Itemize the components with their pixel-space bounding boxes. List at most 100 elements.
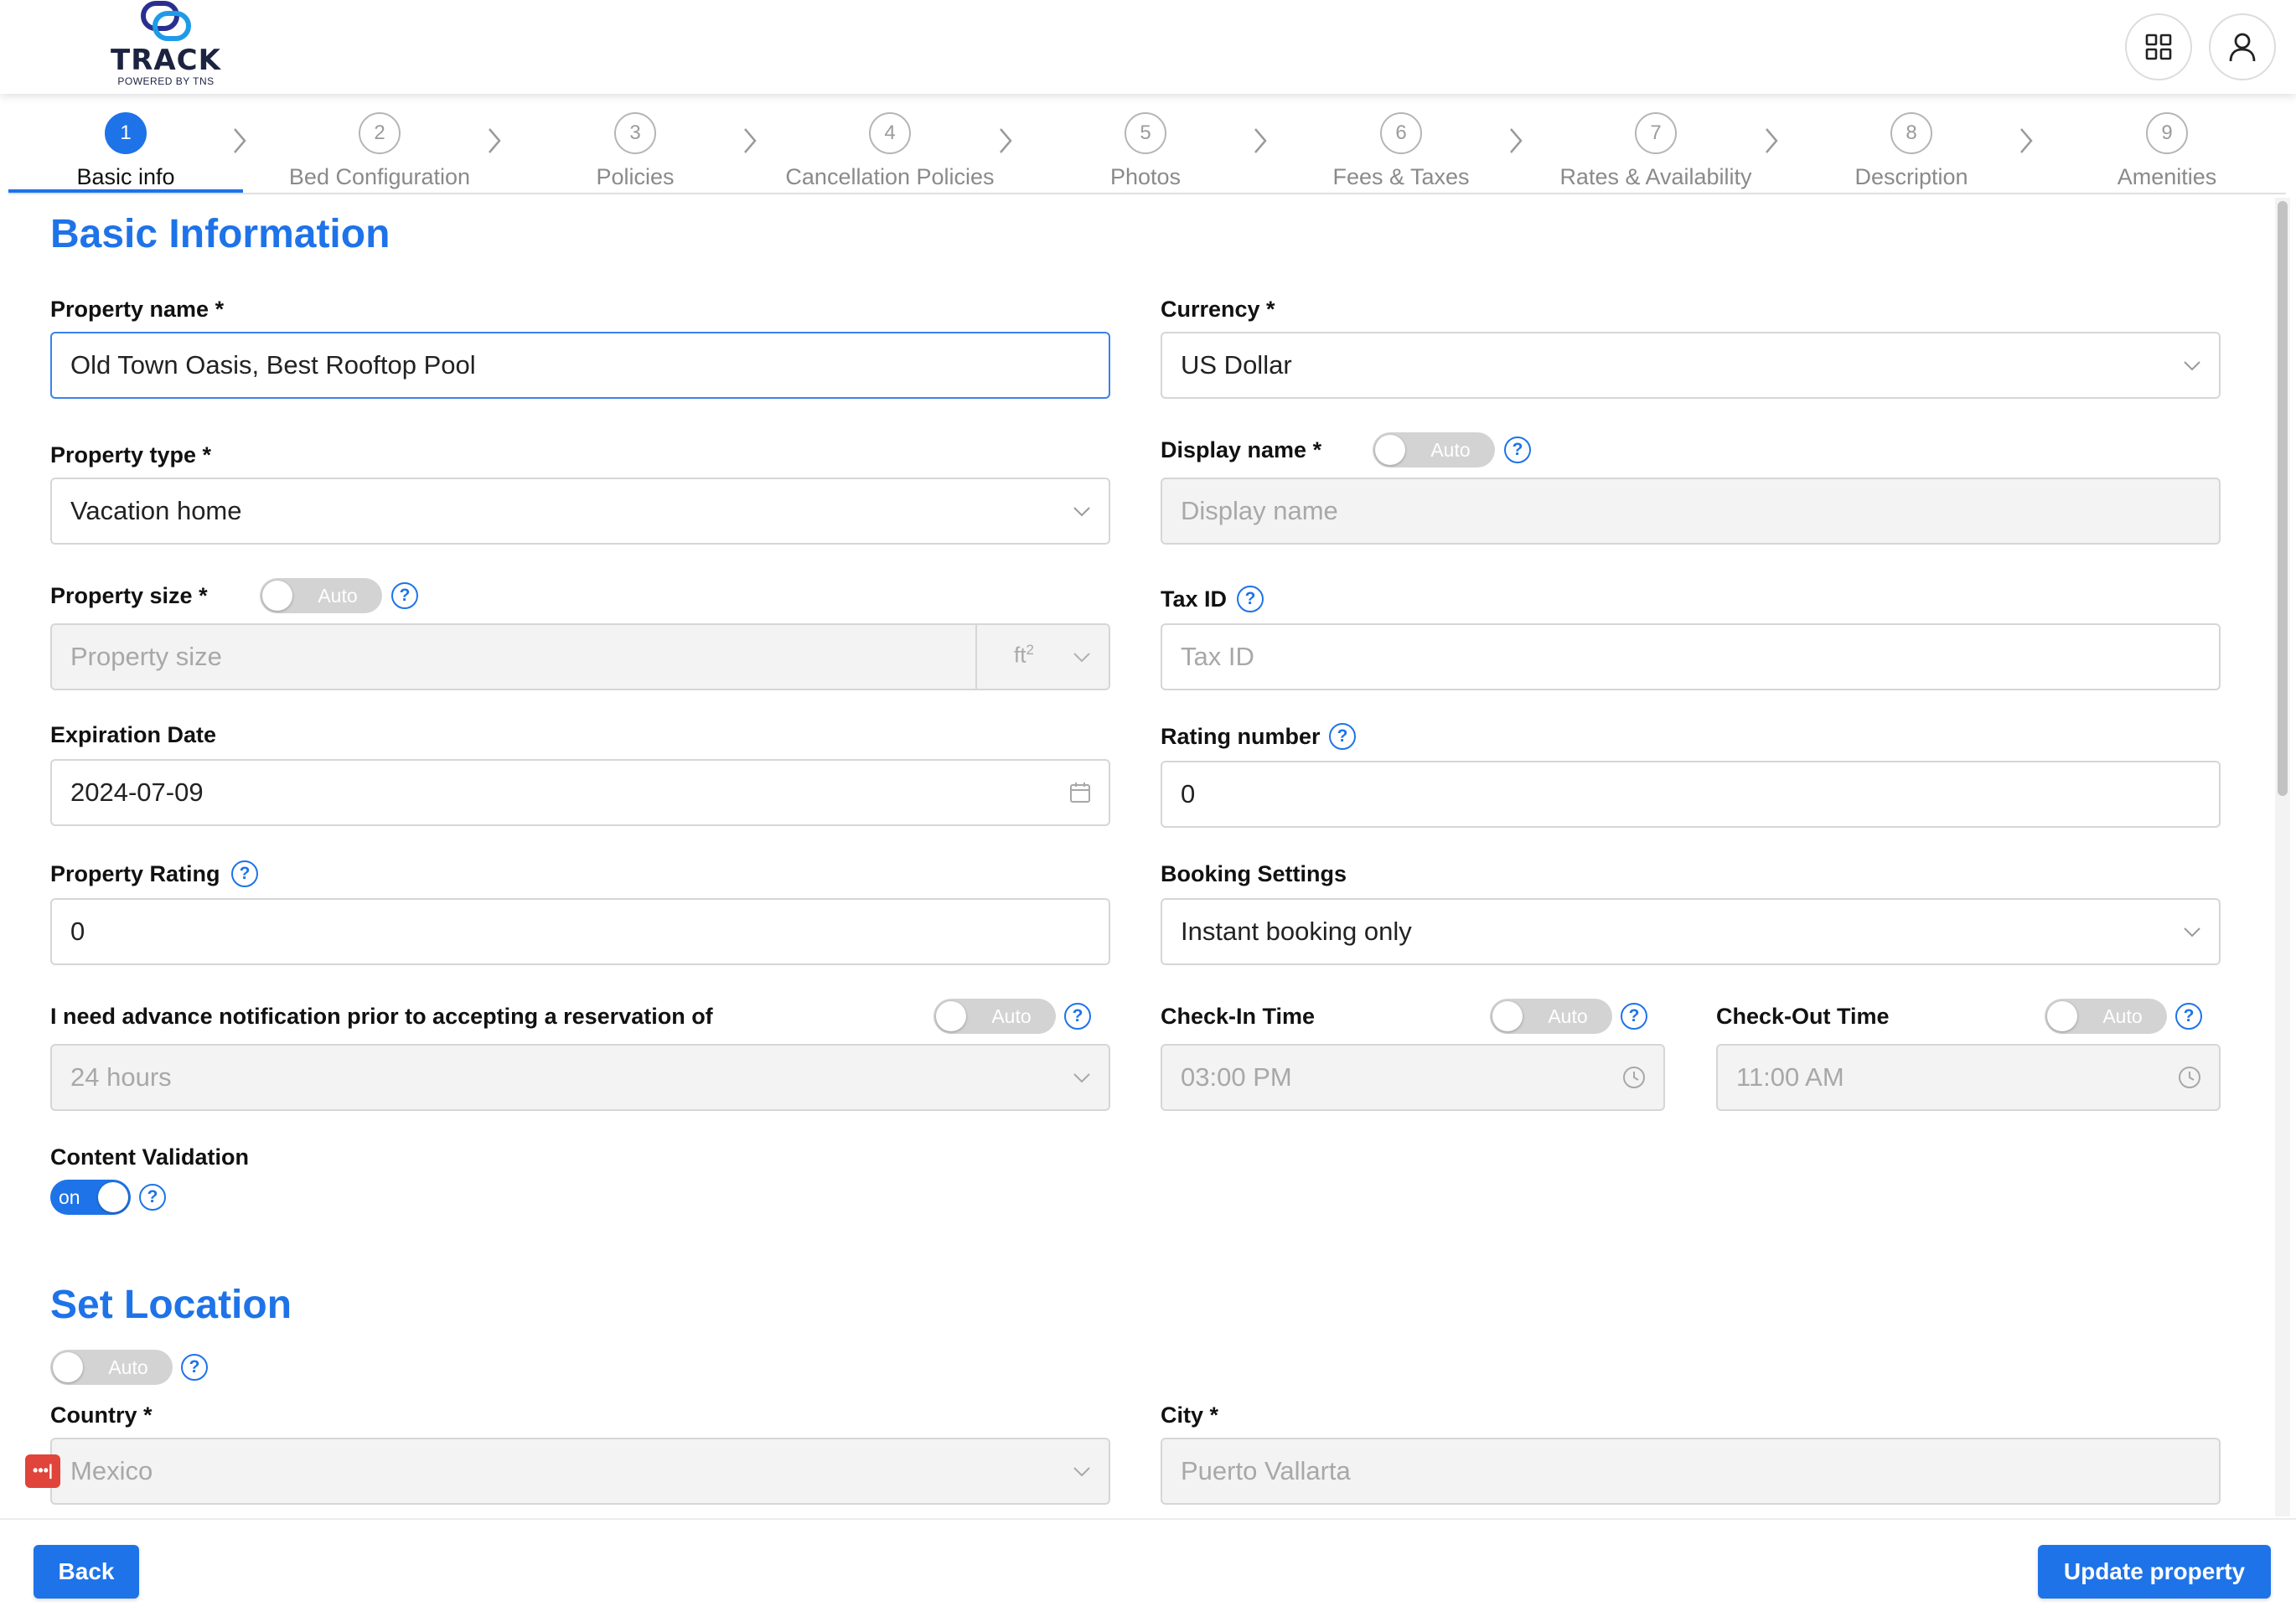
chevron-down-icon (2184, 361, 2200, 371)
check-out-time-label: Check-Out Time (1716, 1004, 1890, 1029)
basic-information-title: Basic Information (50, 212, 390, 256)
step-label: Rates & Availability (1559, 164, 1752, 189)
location-auto-toggle[interactable]: Auto (50, 1350, 173, 1385)
property-size-auto-toggle[interactable]: Auto (260, 578, 382, 613)
check-in-time-input[interactable]: 03:00 PM (1161, 1044, 1665, 1111)
step-number: 6 (1380, 112, 1422, 154)
help-icon[interactable]: ? (1621, 1003, 1647, 1030)
step-photos[interactable]: 5 Photos (1028, 112, 1263, 190)
currency-select[interactable]: US Dollar (1161, 332, 2221, 399)
chevron-right-icon (1254, 128, 1267, 153)
country-select[interactable]: Mexico (50, 1438, 1110, 1505)
app-header: TRACK POWERED BY TNS (0, 0, 2296, 94)
help-icon[interactable]: ? (1237, 586, 1264, 612)
help-icon[interactable]: ? (391, 582, 418, 609)
update-property-button[interactable]: Update property (2038, 1545, 2271, 1599)
booking-settings-label: Booking Settings (1161, 861, 1347, 886)
chevron-right-icon (744, 128, 757, 153)
step-number: 1 (105, 112, 147, 154)
content-validation-toggle[interactable]: on (50, 1180, 131, 1215)
check-in-time-value: 03:00 PM (1181, 1062, 1292, 1092)
track-logo[interactable]: TRACK POWERED BY TNS (107, 0, 225, 90)
display-name-input[interactable]: Display name (1161, 478, 2221, 545)
expiration-date-label: Expiration Date (50, 722, 217, 747)
toggle-knob (262, 581, 292, 611)
step-description[interactable]: 8 Description (1794, 112, 2029, 190)
city-label: City * (1161, 1402, 1219, 1428)
check-out-auto-toggle[interactable]: Auto (2045, 999, 2167, 1034)
advance-notification-select[interactable]: 24 hours (50, 1044, 1110, 1111)
expiration-date-input[interactable]: 2024-07-09 (50, 759, 1110, 826)
tax-id-input[interactable]: Tax ID (1161, 623, 2221, 690)
property-type-value: Vacation home (70, 496, 242, 525)
rating-number-input[interactable]: 0 (1161, 761, 2221, 828)
help-icon[interactable]: ? (2175, 1003, 2202, 1030)
property-type-select[interactable]: Vacation home (50, 478, 1110, 545)
toggle-knob (936, 1001, 966, 1031)
toggle-label: Auto (318, 585, 358, 607)
advance-notification-auto-toggle[interactable]: Auto (933, 999, 1056, 1034)
step-label: Cancellation Policies (785, 164, 995, 189)
display-name-placeholder: Display name (1181, 496, 1338, 525)
advance-notification-label: I need advance notification prior to acc… (50, 1004, 713, 1029)
apps-button[interactable] (2125, 13, 2192, 80)
rating-number-value: 0 (1181, 779, 1196, 808)
help-icon[interactable]: ? (1504, 436, 1531, 463)
property-size-placeholder: Property size (70, 642, 222, 671)
help-icon[interactable]: ? (1329, 723, 1356, 750)
logo-text: TRACK (111, 44, 221, 77)
step-label: Description (1854, 164, 1968, 189)
property-size-input[interactable]: Property size ft2 (50, 623, 1110, 690)
help-icon[interactable]: ? (231, 860, 258, 887)
footer-bar: Back Update property (0, 1518, 2296, 1622)
active-step-indicator (8, 189, 243, 193)
step-label: Amenities (2117, 164, 2217, 189)
step-number: 9 (2146, 112, 2188, 154)
profile-button[interactable] (2209, 13, 2276, 80)
help-icon[interactable]: ? (1064, 1003, 1091, 1030)
step-cancellation-policies[interactable]: 4 Cancellation Policies (773, 112, 1007, 190)
step-rates-availability[interactable]: 7 Rates & Availability (1538, 112, 1773, 190)
property-name-input[interactable]: Old Town Oasis, Best Rooftop Pool (50, 332, 1110, 399)
step-fees-taxes[interactable]: 6 Fees & Taxes (1284, 112, 1518, 190)
chevron-right-icon (489, 128, 501, 153)
property-rating-value: 0 (70, 917, 85, 946)
chevron-right-icon (234, 128, 246, 153)
clock-icon (2179, 1067, 2200, 1088)
display-name-auto-toggle[interactable]: Auto (1373, 432, 1495, 467)
toggle-label: Auto (1548, 1005, 1588, 1027)
step-basic-info[interactable]: 1 Basic info (8, 112, 243, 190)
help-icon[interactable]: ? (181, 1354, 208, 1381)
calendar-icon[interactable] (1068, 781, 1092, 804)
back-button[interactable]: Back (34, 1545, 139, 1599)
grid-icon (2145, 34, 2172, 60)
step-label: Basic info (76, 164, 175, 189)
booking-settings-select[interactable]: Instant booking only (1161, 898, 2221, 965)
step-number: 7 (1635, 112, 1677, 154)
check-in-auto-toggle[interactable]: Auto (1490, 999, 1612, 1034)
step-policies[interactable]: 3 Policies (518, 112, 752, 190)
rating-number-label: Rating number (1161, 724, 1321, 749)
step-bed-configuration[interactable]: 2 Bed Configuration (262, 112, 497, 190)
set-location-title: Set Location (50, 1283, 292, 1327)
chevron-right-icon (1000, 128, 1012, 153)
step-amenities[interactable]: 9 Amenities (2050, 112, 2284, 190)
step-label: Fees & Taxes (1332, 164, 1470, 189)
page-scrollbar[interactable] (2275, 198, 2290, 1516)
advance-notification-value: 24 hours (70, 1062, 172, 1092)
property-size-unit-select[interactable]: ft2 (1014, 642, 1034, 669)
password-manager-icon[interactable]: •••| (25, 1454, 60, 1488)
chevron-down-icon (1073, 507, 1090, 517)
tax-id-label: Tax ID (1161, 586, 1228, 612)
toggle-knob (1492, 1001, 1523, 1031)
property-rating-input[interactable]: 0 (50, 898, 1110, 965)
check-out-time-input[interactable]: 11:00 AM (1716, 1044, 2221, 1111)
scrollbar-thumb[interactable] (2278, 201, 2288, 796)
display-name-label: Display name * (1161, 437, 1322, 462)
city-input[interactable]: Puerto Vallarta (1161, 1438, 2221, 1505)
property-size-label: Property size * (50, 583, 208, 608)
toggle-label: Auto (1430, 439, 1471, 461)
toggle-knob (1375, 435, 1405, 465)
chevron-right-icon (2020, 128, 2033, 153)
help-icon[interactable]: ? (139, 1184, 166, 1211)
